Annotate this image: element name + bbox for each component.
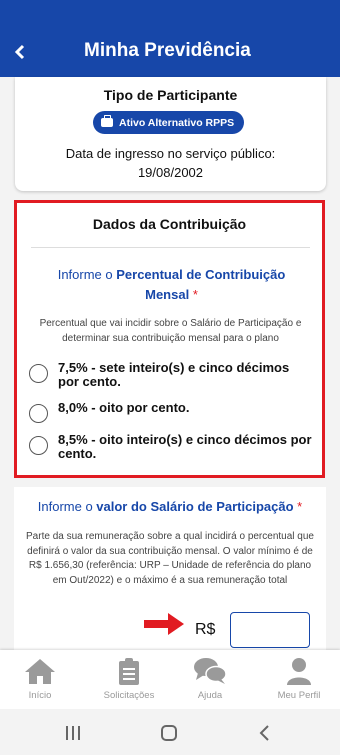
question-bold: Percentual de Contribuição Mensal (116, 267, 286, 302)
required-mark: * (297, 499, 303, 514)
required-mark: * (192, 287, 198, 302)
radio-button[interactable] (29, 364, 48, 383)
recent-apps-icon[interactable] (65, 726, 81, 740)
home-button-icon[interactable] (161, 725, 177, 741)
radio-button[interactable] (29, 436, 48, 455)
contribution-title: Dados da Contribuição (92, 216, 247, 232)
nav-solicitacoes[interactable]: Solicitações (96, 650, 162, 709)
nav-ajuda[interactable]: Ajuda (188, 650, 232, 709)
briefcase-icon (101, 115, 113, 127)
page-title: Minha Previdência (84, 40, 251, 61)
percent-option-7-5[interactable]: 7,5% - sete inteiro(s) e cinco décimos p… (29, 361, 312, 389)
system-back-icon[interactable] (257, 725, 271, 741)
contribution-card: Dados da Contribuição Informe o Percentu… (14, 200, 325, 478)
question-prefix: Informe o (57, 267, 117, 282)
divider (31, 247, 310, 248)
question-prefix: Informe o (37, 499, 97, 514)
option-label: 7,5% - sete inteiro(s) e cinco décimos p… (58, 360, 290, 389)
participant-type-badge: Ativo Alternativo RPPS (93, 111, 245, 134)
home-icon (25, 659, 55, 684)
app-bar: Minha Previdência (0, 0, 340, 77)
back-button[interactable] (14, 38, 32, 66)
nav-label: Solicitações (103, 690, 155, 701)
bottom-nav: Início Solicitações Ajuda Meu Perfil (0, 650, 340, 709)
question-bold: valor do Salário de Participação (96, 499, 294, 514)
radio-button[interactable] (29, 404, 48, 423)
chat-bubbles-icon (194, 658, 227, 684)
salary-card: Informe o valor do Salário de Participaç… (14, 487, 326, 657)
percent-option-8-0[interactable]: 8,0% - oito por cento. (29, 401, 312, 423)
participant-card: Tipo de Participante Ativo Alternativo R… (15, 77, 326, 191)
salary-input[interactable] (230, 612, 310, 648)
percentual-question: Informe o Percentual de Contribuição Men… (35, 265, 308, 305)
ingresso-date: 19/08/2002 (137, 165, 204, 180)
nav-label: Início (28, 690, 52, 701)
clipboard-icon (119, 658, 139, 685)
option-label: 8,0% - oito por cento. (58, 400, 190, 415)
chevron-left-icon (14, 44, 25, 60)
red-arrow-icon (144, 613, 184, 635)
nav-label: Ajuda (197, 690, 223, 701)
ingresso-label: Data de ingresso no serviço público: (65, 146, 276, 161)
salary-description: Parte da sua remuneração sobre a qual in… (26, 531, 314, 586)
nav-meu-perfil[interactable]: Meu Perfil (270, 650, 328, 709)
option-label: 8,5% - oito inteiro(s) e cinco décimos p… (58, 432, 312, 461)
salary-question: Informe o valor do Salário de Participaç… (14, 499, 326, 514)
user-icon (287, 658, 311, 685)
percent-option-8-5[interactable]: 8,5% - oito inteiro(s) e cinco décimos p… (29, 433, 312, 461)
badge-label: Ativo Alternativo RPPS (119, 116, 235, 129)
system-nav-bar (0, 709, 340, 755)
nav-inicio[interactable]: Início (18, 650, 62, 709)
currency-label: R$ (195, 621, 216, 638)
nav-label: Meu Perfil (277, 690, 321, 701)
percentual-description: Percentual que vai incidir sobre o Salár… (39, 318, 302, 344)
participant-type-title: Tipo de Participante (103, 87, 238, 103)
